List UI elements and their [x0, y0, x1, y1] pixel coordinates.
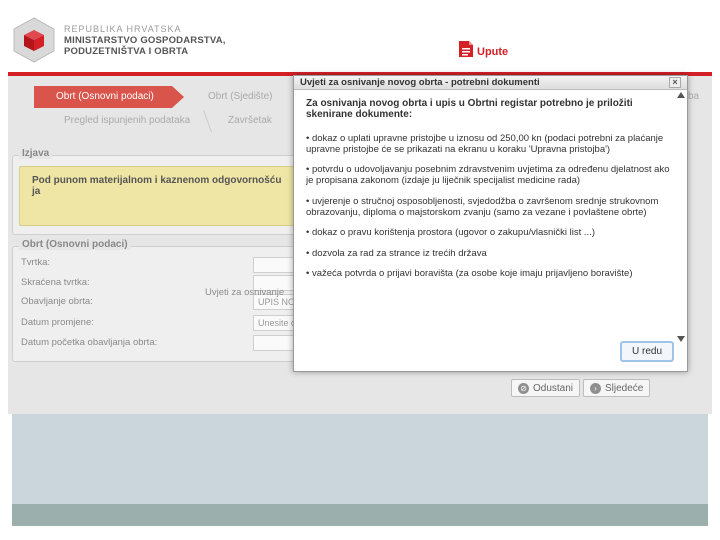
requirement-item: • dozvola za rad za strance iz trećih dr…: [306, 247, 487, 259]
step-sjediste[interactable]: Obrt (Sjedište): [186, 86, 296, 108]
requirement-item: • dokaz o pravu korištenja prostora (ugo…: [306, 227, 595, 239]
dialog-lead-text: Za osnivanja novog obrta i upis u Obrtni…: [306, 98, 633, 121]
close-icon[interactable]: ×: [669, 77, 681, 88]
field-label-datum-promjene: Datum promjene:: [21, 317, 94, 328]
next-button[interactable]: › Sljedeće: [583, 379, 651, 397]
requirement-item: • dokaz o uplati upravne pristojbe u izn…: [306, 132, 664, 155]
upute-label: Upute: [477, 45, 509, 58]
ok-button[interactable]: U redu: [620, 341, 674, 362]
requirement-item: • potvrdu o udovoljavanju posebnim zdrav…: [306, 164, 670, 187]
izjava-text: Pod punom materijalnom i kaznenom odgovo…: [32, 175, 282, 197]
dialog-title: Uvjeti za osnivanje novog obrta - potreb…: [300, 77, 540, 88]
logo-line-1: REPUBLIKA HRVATSKA: [64, 24, 182, 34]
ministry-name: REPUBLIKA HRVATSKA MINISTARSTVO GOSPODAR…: [64, 24, 226, 57]
logo-line-3: PODUZETNIŠTVA I OBRTA: [64, 46, 189, 57]
cancel-button[interactable]: ⊘ Odustani: [511, 379, 581, 397]
field-label-tvrtka: Tvrtka:: [21, 257, 51, 268]
field-label-obavljanje: Obavljanje obrta:: [21, 296, 93, 307]
requirement-item: • važeća potvrda o prijavi boravišta (za…: [306, 267, 633, 279]
cancel-icon: ⊘: [518, 382, 529, 394]
footer-band: [12, 504, 708, 526]
dialog-titlebar: Uvjeti za osnivanje novog obrta - potreb…: [294, 76, 687, 90]
requirement-item: • uvjerenje o stručnoj osposobljenosti, …: [306, 195, 659, 219]
cancel-label: Odustani: [533, 382, 574, 394]
step-pregled[interactable]: Pregled ispunjenih podataka: [42, 110, 222, 132]
izjava-panel: Izjava Pod punom materijalnom i kaznenom…: [12, 148, 302, 235]
logo-line-2: MINISTARSTVO GOSPODARSTVA,: [64, 35, 226, 46]
next-label: Sljedeće: [605, 382, 644, 394]
dialog-scrollbar[interactable]: [677, 92, 685, 342]
ministry-logo: [12, 16, 56, 64]
dialog-body: Za osnivanja novog obrta i upis u Obrtni…: [306, 98, 671, 332]
arrow-right-icon: ›: [590, 382, 601, 394]
izjava-title: Izjava: [19, 148, 53, 159]
obrt-title: Obrt (Osnovni podaci): [19, 239, 131, 250]
upute-link[interactable]: Upute: [458, 40, 508, 63]
obrt-panel: Obrt (Osnovni podaci) Tvrtka: Skraćena t…: [12, 239, 302, 362]
requirements-dialog: Uvjeti za osnivanje novog obrta - potreb…: [293, 75, 688, 372]
field-label-skracena-tvrtka: Skraćena tvrtka:: [21, 277, 90, 288]
izjava-text-box: Pod punom materijalnom i kaznenom odgovo…: [19, 166, 295, 226]
document-icon: [458, 40, 474, 63]
step-osnovni-podaci[interactable]: Obrt (Osnovni podaci): [34, 86, 184, 108]
uvjeti-link[interactable]: Uvjeti za osnivanje: [205, 287, 284, 298]
step-zavrsetak[interactable]: Završetak: [206, 110, 286, 132]
lower-background-band: [12, 414, 708, 504]
field-label-datum-pocetka: Datum početka obavljanja obrta:: [21, 337, 158, 348]
